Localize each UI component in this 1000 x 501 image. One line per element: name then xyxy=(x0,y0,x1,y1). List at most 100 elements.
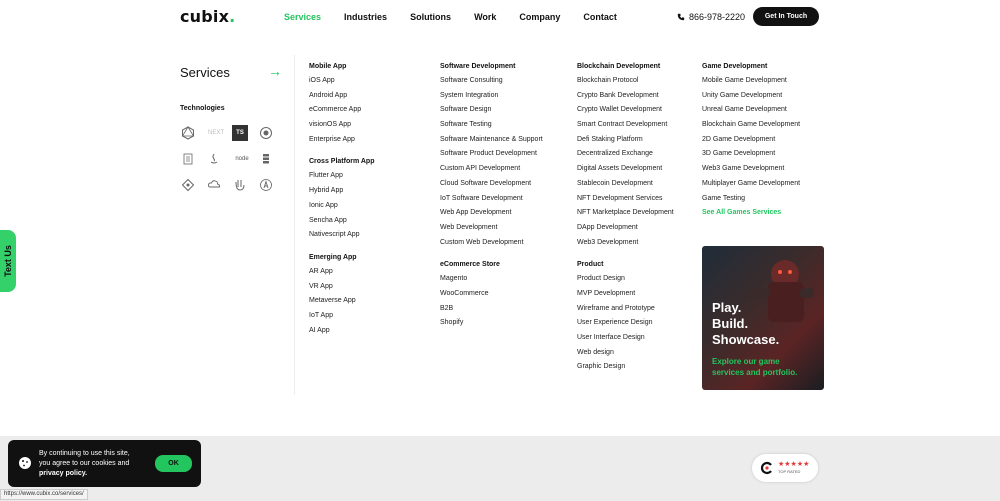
menu-link[interactable]: Flutter App xyxy=(309,171,374,186)
menu-link[interactable]: Crypto Bank Development xyxy=(577,91,674,106)
menu-link[interactable]: Magento xyxy=(440,274,543,289)
text-us-tab[interactable]: Text Us xyxy=(0,230,16,292)
ecommerce-store-heading[interactable]: eCommerce Store xyxy=(440,260,543,274)
database-icon[interactable] xyxy=(258,151,274,167)
menu-link[interactable]: Mobile Game Development xyxy=(702,76,800,91)
menu-link[interactable]: Ionic App xyxy=(309,201,374,216)
nav-industries[interactable]: Industries xyxy=(344,12,387,22)
menu-link[interactable]: visionOS App xyxy=(309,120,374,135)
menu-link[interactable]: eCommerce App xyxy=(309,105,374,120)
menu-link[interactable]: System Integration xyxy=(440,91,543,106)
menu-link[interactable]: B2B xyxy=(440,304,543,319)
menu-link[interactable]: Software Testing xyxy=(440,120,543,135)
nav-services[interactable]: Services xyxy=(284,12,321,22)
software-development-heading[interactable]: Software Development xyxy=(440,62,543,76)
software-column: Software Development Software Consulting… xyxy=(440,62,543,333)
menu-link[interactable]: 3D Game Development xyxy=(702,149,800,164)
nav-solutions[interactable]: Solutions xyxy=(410,12,451,22)
menu-link[interactable]: iOS App xyxy=(309,76,374,91)
menu-link[interactable]: Android App xyxy=(309,91,374,106)
menu-link[interactable]: Metaverse App xyxy=(309,296,374,311)
menu-link[interactable]: Web App Development xyxy=(440,208,543,223)
menu-link[interactable]: Software Maintenance & Support xyxy=(440,135,543,150)
menu-link[interactable]: Software Consulting xyxy=(440,76,543,91)
menu-link[interactable]: Sencha App xyxy=(309,216,374,231)
phone-link[interactable]: 866-978-2220 xyxy=(677,12,745,22)
menu-link[interactable]: Stablecoin Development xyxy=(577,179,674,194)
get-in-touch-button[interactable]: Get In Touch xyxy=(753,7,819,26)
menu-link[interactable]: Digital Assets Development xyxy=(577,164,674,179)
menu-link[interactable]: Decentralized Exchange xyxy=(577,149,674,164)
nextjs-icon[interactable]: NEXT xyxy=(206,125,226,141)
nav-company[interactable]: Company xyxy=(519,12,560,22)
menu-link[interactable]: User Experience Design xyxy=(577,318,674,333)
menu-link[interactable]: Shopify xyxy=(440,318,543,333)
see-all-games-link[interactable]: See All Games Services xyxy=(702,208,800,223)
cubix-logo[interactable]: cubix. xyxy=(180,7,235,26)
top-rated-badge[interactable]: ★★★★★ TOP RATED xyxy=(752,454,818,482)
menu-link[interactable]: Enterprise App xyxy=(309,135,374,150)
blockchain-development-heading[interactable]: Blockchain Development xyxy=(577,62,674,76)
typescript-icon[interactable]: TS xyxy=(232,125,248,141)
menu-link[interactable]: VR App xyxy=(309,282,374,297)
menu-link[interactable]: Product Design xyxy=(577,274,674,289)
game-development-heading[interactable]: Game Development xyxy=(702,62,800,76)
menu-link[interactable]: Web3 Development xyxy=(577,238,674,253)
menu-link[interactable]: IoT App xyxy=(309,311,374,326)
angular-icon[interactable] xyxy=(258,177,274,193)
mobile-column: Mobile App iOS App Android App eCommerce… xyxy=(309,62,374,340)
menu-link[interactable]: Hybrid App xyxy=(309,186,374,201)
menu-link[interactable]: Blockchain Protocol xyxy=(577,76,674,91)
menu-link[interactable]: DApp Development xyxy=(577,223,674,238)
cross-platform-heading[interactable]: Cross Platform App xyxy=(309,157,374,171)
menu-link[interactable]: Wireframe and Prototype xyxy=(577,304,674,319)
menu-link[interactable]: Web Development xyxy=(440,223,543,238)
arrow-right-icon[interactable]: → xyxy=(268,63,282,79)
menu-link[interactable]: AR App xyxy=(309,267,374,282)
nav-work[interactable]: Work xyxy=(474,12,496,22)
diamond-icon[interactable] xyxy=(180,177,196,193)
menu-link[interactable]: NFT Marketplace Development xyxy=(577,208,674,223)
api-cloud-icon[interactable] xyxy=(206,177,222,193)
privacy-policy-link[interactable]: privacy policy. xyxy=(39,470,87,477)
menu-link[interactable]: Blockchain Game Development xyxy=(702,120,800,135)
phone-icon xyxy=(677,13,685,21)
menu-link[interactable]: Nativescript App xyxy=(309,230,374,245)
menu-link[interactable]: Smart Contract Development xyxy=(577,120,674,135)
menu-link[interactable]: Software Product Development xyxy=(440,149,543,164)
menu-link[interactable]: MVP Development xyxy=(577,289,674,304)
nav-contact[interactable]: Contact xyxy=(583,12,617,22)
mobile-app-heading[interactable]: Mobile App xyxy=(309,62,374,76)
hashnode-icon[interactable] xyxy=(232,177,248,193)
services-title: Services xyxy=(180,65,230,80)
menu-link[interactable]: Web design xyxy=(577,348,674,363)
nestjs-icon[interactable] xyxy=(258,125,274,141)
menu-link[interactable]: Cloud Software Development xyxy=(440,179,543,194)
menu-link[interactable]: Web3 Game Development xyxy=(702,164,800,179)
nodejs-icon[interactable]: node xyxy=(232,151,252,167)
cookie-ok-button[interactable]: OK xyxy=(155,455,192,472)
menu-link[interactable]: Multiplayer Game Development xyxy=(702,179,800,194)
menu-link[interactable]: NFT Development Services xyxy=(577,194,674,209)
menu-link[interactable]: IoT Software Development xyxy=(440,194,543,209)
menu-link[interactable]: Crypto Wallet Development xyxy=(577,105,674,120)
java-icon[interactable] xyxy=(206,151,222,167)
menu-link[interactable]: Unreal Game Development xyxy=(702,105,800,120)
product-heading[interactable]: Product xyxy=(577,260,674,274)
menu-link[interactable]: Unity Game Development xyxy=(702,91,800,106)
game-promo-card[interactable]: Play. Build. Showcase. Explore our game … xyxy=(702,246,824,390)
menu-link[interactable]: Custom API Development xyxy=(440,164,543,179)
emerging-app-heading[interactable]: Emerging App xyxy=(309,253,374,267)
menu-link[interactable]: 2D Game Development xyxy=(702,135,800,150)
menu-link[interactable]: Defi Staking Platform xyxy=(577,135,674,150)
menu-link[interactable]: Game Testing xyxy=(702,194,800,209)
document-icon[interactable] xyxy=(180,151,196,167)
menu-link[interactable]: Software Design xyxy=(440,105,543,120)
menu-link[interactable]: Custom Web Development xyxy=(440,238,543,253)
graphql-icon[interactable] xyxy=(180,125,196,141)
menu-link[interactable]: AI App xyxy=(309,326,374,341)
menu-link[interactable]: Graphic Design xyxy=(577,362,674,377)
menu-link[interactable]: WooCommerce xyxy=(440,289,543,304)
blockchain-column: Blockchain Development Blockchain Protoc… xyxy=(577,62,674,377)
menu-link[interactable]: User Interface Design xyxy=(577,333,674,348)
